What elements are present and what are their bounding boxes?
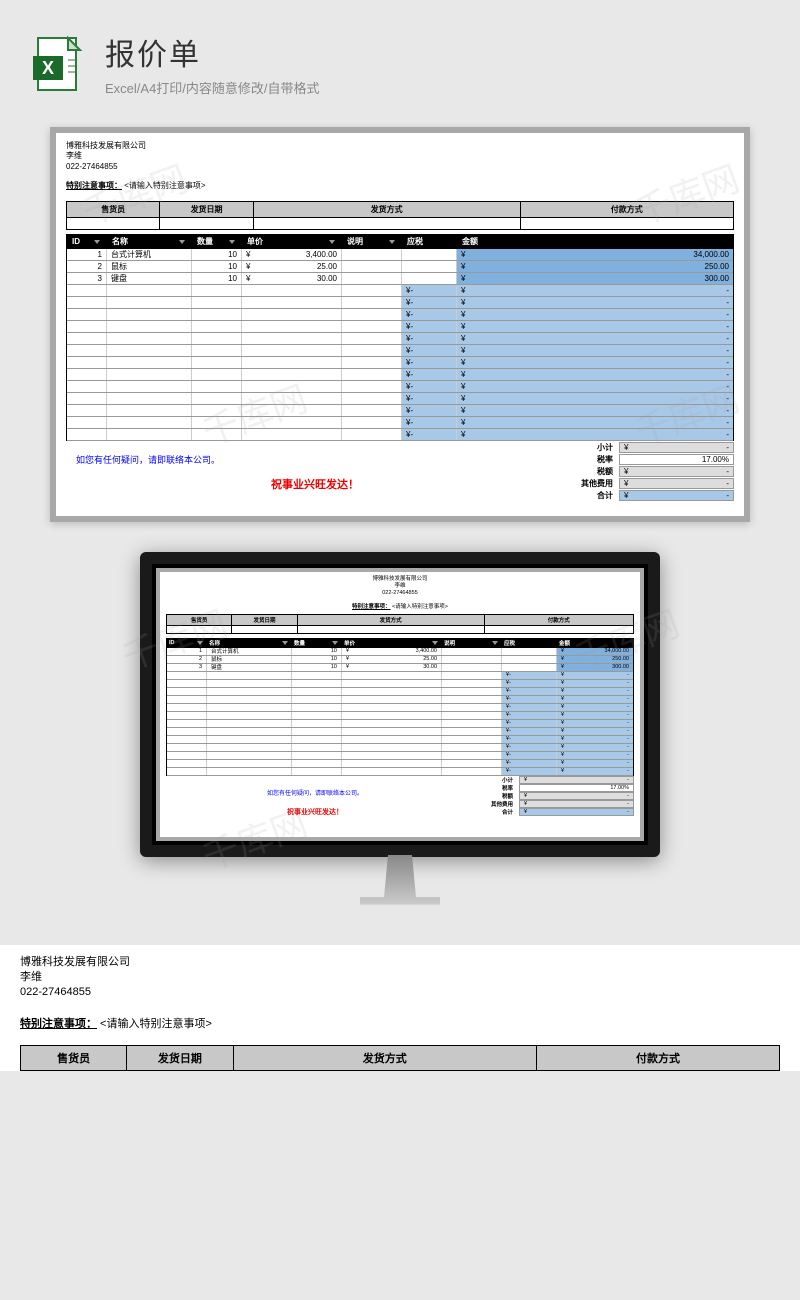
quote-document-monitor: 博雅科技发展有限公司李维022-27464855 特别注意事项： <请输入特别注意… (160, 572, 640, 836)
page-subtitle: Excel/A4打印/内容随意修改/自带格式 (105, 78, 770, 97)
total-subtotal: 小计¥- (464, 776, 634, 784)
total-taxamt: 税额¥- (464, 792, 634, 800)
table-row: ¥-¥- (67, 405, 733, 417)
items-table-header: ID名称数量单价说明应税金额 (66, 234, 734, 249)
company-name: 博雅科技发展有限公司 (20, 955, 780, 970)
shipping-info-table: 售货员发货日期发货方式付款方式 (20, 1045, 780, 1071)
table-row: 2鼠标10¥25.00¥250.00 (167, 656, 633, 664)
total-other: 其他费用¥- (464, 800, 634, 808)
contact-message: 如您有任何疑问，请即联络本公司。 (176, 788, 454, 797)
dropdown-icon (282, 641, 288, 645)
table-row: ¥-¥- (67, 345, 733, 357)
table-row: ¥-¥- (67, 393, 733, 405)
company-info: 博雅科技发展有限公司李维022-27464855 (166, 576, 634, 597)
table-row: ¥-¥- (67, 369, 733, 381)
notice-row: 特别注意事项： <请输入特别注意事项> (20, 1015, 780, 1031)
shipping-info-table: 售货员发货日期发货方式付款方式 (166, 614, 634, 634)
dropdown-icon (229, 240, 235, 244)
total-total: 合计¥- (564, 489, 734, 501)
totals-section: 如您有任何疑问，请即联络本公司。祝事业兴旺发达！ 小计¥-税率17.00%税额¥-… (66, 441, 734, 508)
table-row: ¥-¥- (167, 720, 633, 728)
table-row: ¥-¥- (167, 688, 633, 696)
table-row: 3键盘10¥30.00¥300.00 (167, 664, 633, 672)
table-row: ¥-¥- (67, 429, 733, 441)
table-row: ¥-¥- (167, 704, 633, 712)
total-taxrate: 税率17.00% (564, 453, 734, 465)
company-name: 博雅科技发展有限公司 (66, 141, 734, 151)
contact-message: 如您有任何疑问，请即联络本公司。 (76, 453, 554, 466)
company-contact: 李维 (166, 583, 634, 590)
dropdown-icon (197, 641, 203, 645)
company-contact: 李维 (20, 970, 780, 985)
table-row: ¥-¥- (167, 752, 633, 760)
total-taxamt: 税额¥- (564, 465, 734, 477)
dropdown-icon (94, 240, 100, 244)
quote-document: 博雅科技发展有限公司李维022-27464855 特别注意事项： <请输入特别注意… (56, 133, 744, 516)
company-phone: 022-27464855 (66, 162, 734, 172)
table-row: ¥-¥- (167, 712, 633, 720)
page-title: 报价单 (105, 30, 770, 74)
company-phone: 022-27464855 (166, 590, 634, 597)
table-row: ¥-¥- (167, 744, 633, 752)
cropped-preview: 博雅科技发展有限公司李维022-27464855 特别注意事项： <请输入特别注意… (0, 945, 800, 1071)
items-table-header: ID名称数量单价说明应税金额 (166, 638, 634, 648)
dropdown-icon (432, 641, 438, 645)
table-row: ¥-¥- (67, 321, 733, 333)
items-table-body: 1台式计算机10¥3,400.00¥34,000.002鼠标10¥25.00¥2… (166, 648, 634, 776)
items-table-body: 1台式计算机10¥3,400.00¥34,000.002鼠标10¥25.00¥2… (66, 249, 734, 441)
svg-text:X: X (42, 58, 54, 78)
notice-row: 特别注意事项： <请输入特别注意事项> (166, 602, 634, 610)
totals-section: 如您有任何疑问，请即联络本公司。祝事业兴旺发达！ 小计¥-税率17.00%税额¥-… (166, 776, 634, 833)
total-subtotal: 小计¥- (564, 441, 734, 453)
template-preview-card: 博雅科技发展有限公司李维022-27464855 特别注意事项： <请输入特别注意… (50, 127, 750, 522)
table-row: ¥-¥- (67, 285, 733, 297)
table-row: ¥-¥- (167, 760, 633, 768)
company-contact: 李维 (66, 151, 734, 161)
total-taxrate: 税率17.00% (464, 784, 634, 792)
wish-message: 祝事业兴旺发达！ (176, 807, 454, 817)
table-row: ¥-¥- (167, 672, 633, 680)
dropdown-icon (492, 641, 498, 645)
table-row: ¥-¥- (167, 736, 633, 744)
table-row: 1台式计算机10¥3,400.00¥34,000.00 (167, 648, 633, 656)
table-row: 3键盘10¥30.00¥300.00 (67, 273, 733, 285)
table-row: 1台式计算机10¥3,400.00¥34,000.00 (67, 249, 733, 261)
company-info: 博雅科技发展有限公司李维022-27464855 (20, 955, 780, 1001)
table-row: ¥-¥- (167, 696, 633, 704)
table-row: 2鼠标10¥25.00¥250.00 (67, 261, 733, 273)
table-row: ¥-¥- (67, 357, 733, 369)
table-row: ¥-¥- (67, 381, 733, 393)
header: X 报价单 Excel/A4打印/内容随意修改/自带格式 (0, 20, 800, 117)
dropdown-icon (389, 240, 395, 244)
table-row: ¥-¥- (67, 309, 733, 321)
table-row: ¥-¥- (67, 297, 733, 309)
table-row: ¥-¥- (167, 728, 633, 736)
total-other: 其他费用¥- (564, 477, 734, 489)
dropdown-icon (332, 641, 338, 645)
table-row: ¥-¥- (167, 680, 633, 688)
notice-row: 特别注意事项： <请输入特别注意事项> (66, 180, 734, 191)
table-row: ¥-¥- (167, 768, 633, 776)
shipping-info-table: 售货员发货日期发货方式付款方式 (66, 201, 734, 230)
company-info: 博雅科技发展有限公司李维022-27464855 (66, 141, 734, 172)
excel-file-icon: X (30, 34, 90, 94)
wish-message: 祝事业兴旺发达！ (76, 476, 554, 492)
table-row: ¥-¥- (67, 417, 733, 429)
dropdown-icon (329, 240, 335, 244)
total-total: 合计¥- (464, 808, 634, 816)
dropdown-icon (179, 240, 185, 244)
monitor-stand (360, 855, 440, 905)
table-row: ¥-¥- (67, 333, 733, 345)
company-phone: 022-27464855 (20, 985, 780, 1000)
monitor-mockup: 博雅科技发展有限公司李维022-27464855 特别注意事项： <请输入特别注意… (140, 552, 660, 904)
